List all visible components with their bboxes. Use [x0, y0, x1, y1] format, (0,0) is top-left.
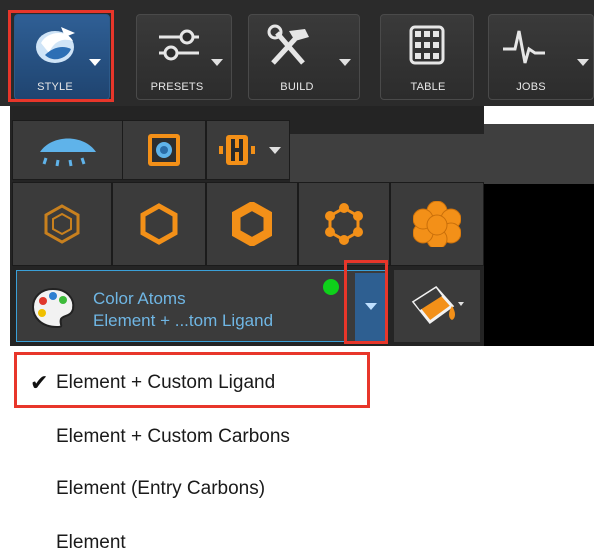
menu-item-element[interactable]: Element [56, 532, 126, 554]
thick-tube-style-button[interactable] [206, 182, 298, 266]
ball-stick-icon [325, 203, 363, 245]
molecule-style-row [10, 182, 484, 268]
workspace-background [484, 106, 594, 346]
thin-hexagon-icon [140, 203, 178, 245]
pulse-icon [503, 30, 545, 64]
eye-icon [40, 138, 96, 167]
chevron-down-icon[interactable] [339, 59, 351, 66]
color-scheme-row: Color Atoms Element + ...tom Ligand [10, 266, 484, 346]
ball-stick-style-button[interactable] [298, 182, 390, 266]
workspace-canvas [484, 184, 594, 346]
hbond-icon [219, 135, 255, 165]
style-button-highlight [8, 10, 114, 102]
style-panel: Color Atoms Element + ...tom Ligand [10, 106, 484, 346]
status-indicator [323, 279, 339, 295]
hammer-wrench-icon [267, 24, 309, 65]
thin-tube-style-button[interactable] [112, 182, 206, 266]
dropdown-button-highlight [344, 260, 388, 344]
wire-hexagon-icon [44, 204, 80, 244]
surface-icon [148, 134, 180, 166]
workspace-toolbar-strip [484, 124, 594, 184]
presets-button[interactable]: PRESETS [136, 14, 232, 100]
menu-item-element-entry-carbons[interactable]: Element (Entry Carbons) [56, 478, 265, 500]
color-scheme-value: Element + ...tom Ligand [93, 311, 274, 330]
color-scheme-selector[interactable]: Color Atoms Element + ...tom Ligand [16, 270, 388, 343]
sliders-icon [159, 29, 199, 61]
table-button[interactable]: TABLE [380, 14, 474, 100]
build-button-label: BUILD [280, 81, 314, 93]
table-button-label: TABLE [410, 81, 446, 93]
surface-button[interactable] [122, 120, 206, 180]
chevron-down-icon[interactable] [211, 59, 223, 66]
jobs-button[interactable]: JOBS [488, 14, 594, 100]
spacefill-icon [413, 201, 461, 247]
chevron-down-icon[interactable] [269, 147, 281, 154]
table-grid-icon [409, 25, 445, 65]
color-scheme-title: Color Atoms [93, 289, 186, 308]
palette-icon [31, 287, 75, 329]
chevron-down-icon[interactable] [577, 59, 589, 66]
paint-bucket-button[interactable] [394, 270, 480, 342]
hbond-button[interactable] [206, 120, 290, 180]
build-button[interactable]: BUILD [248, 14, 360, 100]
visibility-button[interactable] [12, 120, 124, 180]
spacefill-style-button[interactable] [390, 182, 484, 266]
selected-item-highlight [14, 352, 370, 408]
thick-hexagon-icon [232, 202, 272, 246]
representation-row [10, 120, 484, 194]
presets-button-label: PRESETS [150, 81, 204, 93]
menu-item-element-custom-carbons[interactable]: Element + Custom Carbons [56, 426, 290, 448]
wire-style-button[interactable] [12, 182, 112, 266]
jobs-button-label: JOBS [516, 81, 546, 93]
paint-bucket-icon [411, 286, 464, 325]
